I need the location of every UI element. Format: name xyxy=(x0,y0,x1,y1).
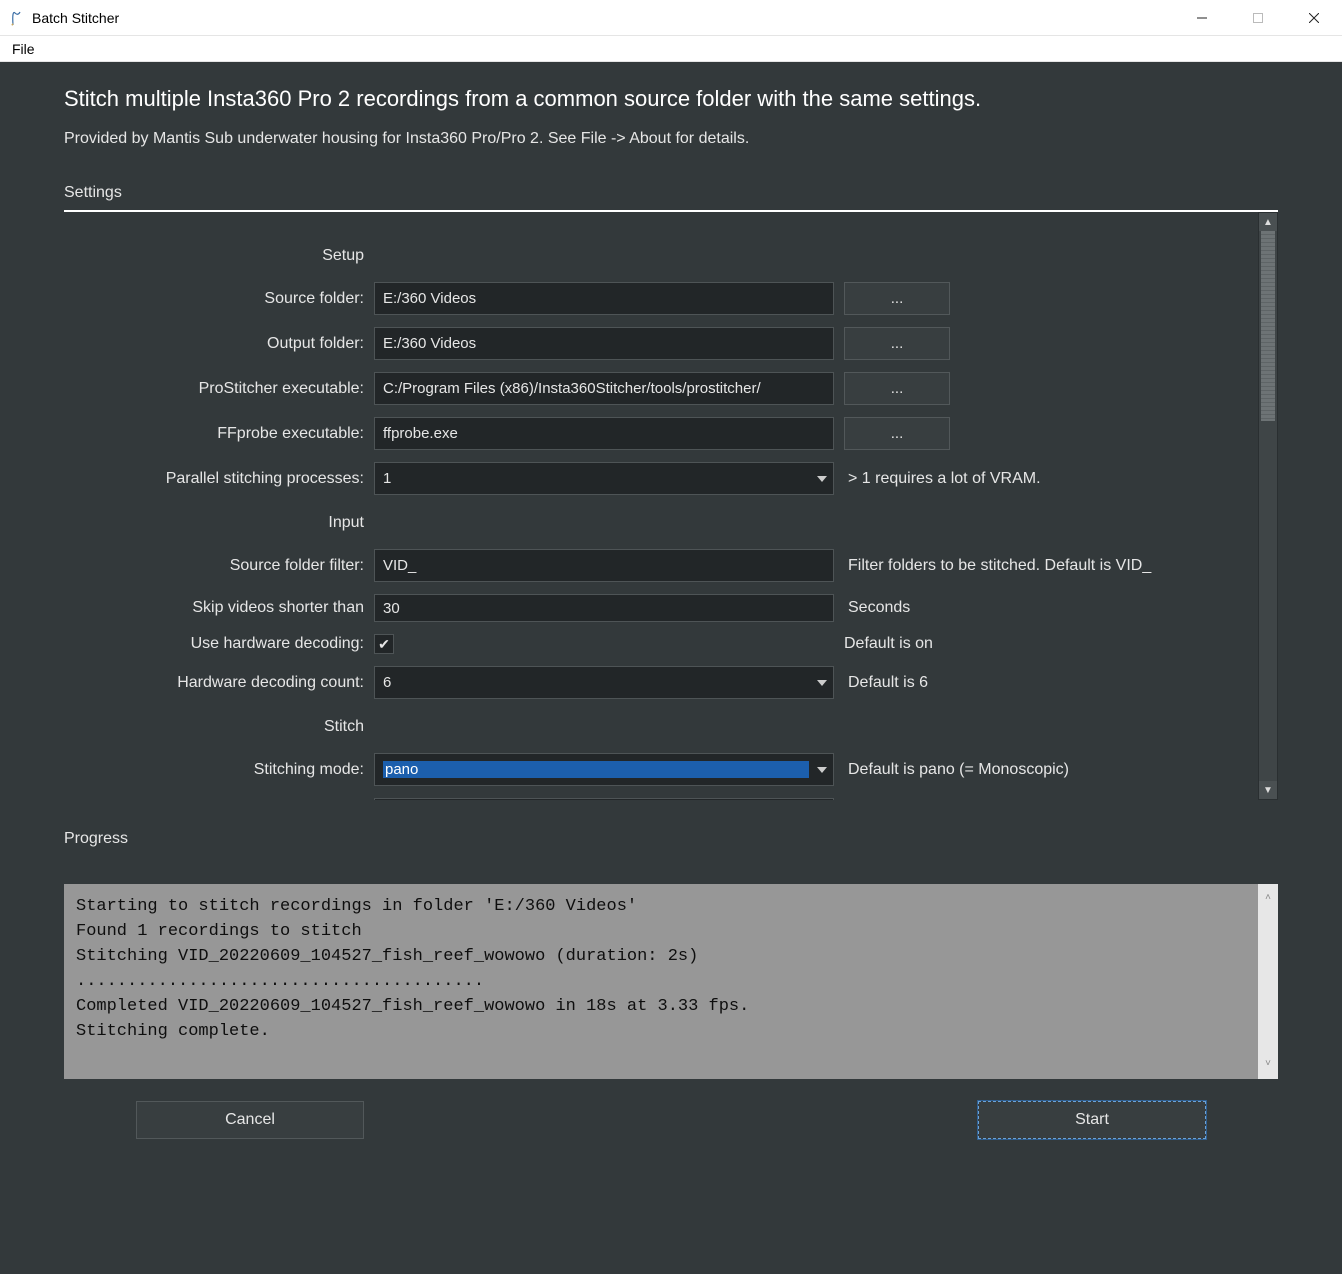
scroll-down-icon[interactable]: ▼ xyxy=(1259,781,1277,799)
bottom-button-row: Cancel Start xyxy=(64,1079,1278,1139)
browse-prostitcher-button[interactable]: ... xyxy=(844,372,950,405)
parallel-select[interactable]: 1 xyxy=(374,462,834,495)
label-source-folder: Source folder: xyxy=(94,290,374,308)
progress-output: Starting to stitch recordings in folder … xyxy=(64,884,1278,1079)
browse-output-button[interactable]: ... xyxy=(844,327,950,360)
progress-text: Starting to stitch recordings in folder … xyxy=(76,897,749,1041)
page-subheading: Provided by Mantis Sub underwater housin… xyxy=(64,130,1278,148)
settings-content: Setup Source folder: ... Output folder: … xyxy=(64,212,1258,800)
hint-stitching-mode: Default is pano (= Monoscopic) xyxy=(848,761,1069,779)
scroll-thumb[interactable] xyxy=(1261,231,1275,421)
settings-frame: Setup Source folder: ... Output folder: … xyxy=(64,210,1278,800)
group-setup: Setup xyxy=(94,247,374,265)
start-button[interactable]: Start xyxy=(978,1101,1206,1139)
cancel-button[interactable]: Cancel xyxy=(136,1101,364,1139)
hw-decoding-checkbox[interactable]: ✔ xyxy=(374,634,394,654)
source-folder-input[interactable] xyxy=(374,282,834,315)
window-controls xyxy=(1174,0,1342,35)
group-stitch: Stitch xyxy=(94,718,374,736)
hint-hw-decoding-count: Default is 6 xyxy=(848,674,928,692)
maximize-button[interactable] xyxy=(1230,0,1286,35)
source-filter-input[interactable] xyxy=(374,549,834,582)
menu-file[interactable]: File xyxy=(4,39,43,59)
chevron-down-icon xyxy=(817,476,827,482)
group-input: Input xyxy=(94,514,374,532)
scroll-down-icon[interactable]: ˅ xyxy=(1265,1052,1271,1077)
stitching-mode-select[interactable]: pano xyxy=(374,753,834,786)
hint-skip-shorter: Seconds xyxy=(848,599,910,617)
page-heading: Stitch multiple Insta360 Pro 2 recording… xyxy=(64,86,1278,112)
output-folder-input[interactable] xyxy=(374,327,834,360)
label-output-folder: Output folder: xyxy=(94,335,374,353)
settings-scrollbar[interactable]: ▲ ▼ xyxy=(1258,212,1278,800)
window: Batch Stitcher File Stitch multiple Inst… xyxy=(0,0,1342,1274)
close-button[interactable] xyxy=(1286,0,1342,35)
progress-label: Progress xyxy=(64,830,1278,848)
browse-source-button[interactable]: ... xyxy=(844,282,950,315)
app-icon xyxy=(8,10,24,26)
hw-decoding-count-select[interactable]: 6 xyxy=(374,666,834,699)
blender-type-select[interactable]: cuda xyxy=(374,798,834,800)
progress-scrollbar[interactable]: ˄˅ xyxy=(1258,884,1278,1079)
titlebar: Batch Stitcher xyxy=(0,0,1342,36)
chevron-down-icon xyxy=(817,767,827,773)
skip-shorter-input[interactable] xyxy=(374,594,834,622)
scroll-up-icon[interactable]: ▲ xyxy=(1259,213,1277,231)
label-stitching-mode: Stitching mode: xyxy=(94,761,374,779)
settings-label: Settings xyxy=(64,184,1278,202)
scroll-up-icon[interactable]: ˄ xyxy=(1265,886,1271,911)
menubar: File xyxy=(0,36,1342,62)
body-panel: Stitch multiple Insta360 Pro 2 recording… xyxy=(0,62,1342,1274)
browse-ffprobe-button[interactable]: ... xyxy=(844,417,950,450)
label-ffprobe: FFprobe executable: xyxy=(94,425,374,443)
hint-source-filter: Filter folders to be stitched. Default i… xyxy=(848,557,1151,575)
chevron-down-icon xyxy=(817,680,827,686)
label-hw-decoding-count: Hardware decoding count: xyxy=(94,674,374,692)
label-prostitcher: ProStitcher executable: xyxy=(94,380,374,398)
label-source-filter: Source folder filter: xyxy=(94,557,374,575)
label-parallel: Parallel stitching processes: xyxy=(94,470,374,488)
ffprobe-input[interactable] xyxy=(374,417,834,450)
minimize-button[interactable] xyxy=(1174,0,1230,35)
label-skip-shorter: Skip videos shorter than xyxy=(94,599,374,617)
hint-hw-decoding: Default is on xyxy=(844,635,933,653)
label-hw-decoding: Use hardware decoding: xyxy=(94,635,374,653)
prostitcher-input[interactable] xyxy=(374,372,834,405)
hint-parallel: > 1 requires a lot of VRAM. xyxy=(848,470,1041,488)
window-title: Batch Stitcher xyxy=(32,10,119,26)
